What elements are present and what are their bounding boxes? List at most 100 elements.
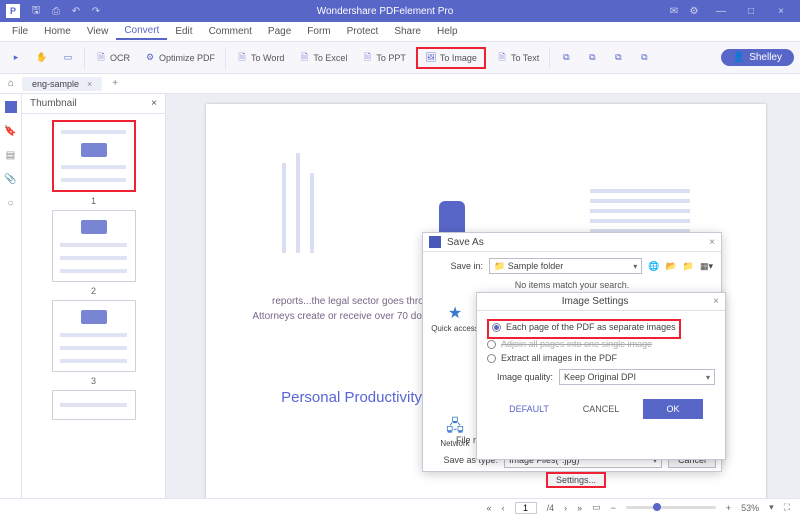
close-tab-icon[interactable]: ×	[87, 79, 92, 89]
canvas-area[interactable]: Legal reports...the legal sector goes th…	[166, 94, 800, 498]
menu-comment[interactable]: Comment	[201, 24, 260, 39]
combine-button-4[interactable]: ⧉	[634, 50, 654, 66]
image-settings-dialog: Image Settings × Each page of the PDF as…	[476, 292, 726, 460]
menu-convert[interactable]: Convert	[116, 23, 167, 40]
ok-button[interactable]: OK	[643, 399, 703, 419]
close-panel-icon[interactable]: ×	[151, 98, 157, 109]
combine-button-3[interactable]: ⧉	[608, 50, 628, 66]
cursor-icon: ▸	[10, 52, 22, 64]
status-bar: « ‹ /4 › » ▭ − + 53% ▾ ⛶	[0, 498, 800, 516]
hand-tool[interactable]: ✋	[32, 50, 52, 66]
to-image-button[interactable]: 🖼To Image	[421, 50, 481, 66]
zoom-out-icon[interactable]: −	[611, 503, 616, 513]
ocr-button[interactable]: 🗎OCR	[91, 50, 134, 66]
thumbnail-3[interactable]	[52, 300, 136, 372]
thumb-index-1: 1	[91, 196, 96, 206]
optimize-button[interactable]: ⚙Optimize PDF	[140, 50, 219, 66]
rect-select-tool[interactable]: ▭	[58, 50, 78, 66]
ribbon: ▸ ✋ ▭ 🗎OCR ⚙Optimize PDF 🗎To Word 🗎To Ex…	[0, 42, 800, 74]
gear-icon[interactable]: ⚙	[688, 5, 700, 17]
save-as-close-icon[interactable]: ×	[709, 237, 715, 248]
select-tool[interactable]: ▸	[6, 50, 26, 66]
layers-icon[interactable]: ▤	[4, 148, 18, 162]
zoom-dropdown-icon[interactable]: ▾	[769, 502, 774, 513]
minimize-button[interactable]: —	[708, 6, 734, 17]
bookmark-icon[interactable]: 🔖	[4, 124, 18, 138]
undo-icon[interactable]: ↶	[70, 5, 82, 17]
thumbnail-icon[interactable]	[4, 100, 18, 114]
quick-toolbar: 🖫 ⎙ ↶ ↷	[30, 5, 102, 17]
zoom-level: 53%	[741, 503, 759, 513]
star-icon: ★	[444, 302, 466, 324]
option-extract[interactable]: Extract all images in the PDF	[487, 353, 715, 363]
mail-icon[interactable]: ✉	[668, 5, 680, 17]
maximize-button[interactable]: □	[738, 6, 764, 17]
last-page-icon[interactable]: »	[577, 503, 582, 513]
zoom-in-icon[interactable]: +	[726, 503, 731, 513]
save-icon[interactable]: 🖫	[30, 5, 42, 17]
menu-view[interactable]: View	[79, 24, 117, 39]
default-button[interactable]: DEFAULT	[499, 399, 559, 419]
settings-button[interactable]: Settings...	[546, 472, 606, 488]
ppt-icon: 🗎	[361, 52, 373, 64]
option-single[interactable]: Adjoin all pages into one single image	[487, 339, 715, 349]
menu-edit[interactable]: Edit	[167, 24, 200, 39]
combine-button-1[interactable]: ⧉	[556, 50, 576, 66]
redo-icon[interactable]: ↷	[90, 5, 102, 17]
new-tab-button[interactable]: +	[106, 78, 124, 89]
user-pill[interactable]: 👤Shelley	[721, 49, 794, 66]
quality-select[interactable]: Keep Original DPI▾	[559, 369, 715, 385]
menu-file[interactable]: File	[4, 24, 36, 39]
view-icon[interactable]: ▦▾	[700, 261, 713, 272]
separate-option-highlight: Each page of the PDF as separate images	[487, 319, 681, 339]
view-mode-icon[interactable]: ▭	[592, 502, 601, 513]
menu-home[interactable]: Home	[36, 24, 79, 39]
menu-form[interactable]: Form	[299, 24, 338, 39]
doc-icon: 🗎	[95, 52, 107, 64]
up-icon[interactable]: 📂	[666, 261, 677, 272]
option-separate[interactable]: Each page of the PDF as separate images	[492, 322, 676, 332]
home-icon[interactable]: ⌂	[4, 77, 18, 91]
title-bar: P 🖫 ⎙ ↶ ↷ Wondershare PDFelement Pro ✉ ⚙…	[0, 0, 800, 22]
close-button[interactable]: ×	[768, 6, 794, 17]
quick-access-link[interactable]: ★Quick access	[431, 302, 479, 333]
radio-icon	[487, 340, 496, 349]
thumb-index-3: 3	[91, 376, 96, 386]
circle-icon[interactable]: ○	[4, 196, 18, 210]
to-word-button[interactable]: 🗎To Word	[232, 50, 288, 66]
next-page-icon[interactable]: ›	[564, 503, 567, 513]
text-icon: 🗎	[496, 52, 508, 64]
hand-icon: ✋	[36, 52, 48, 64]
to-ppt-button[interactable]: 🗎To PPT	[357, 50, 410, 66]
combine-button-2[interactable]: ⧉	[582, 50, 602, 66]
thumbnail-2[interactable]	[52, 210, 136, 282]
save-in-select[interactable]: 📁 Sample folder▾	[489, 258, 642, 274]
menu-share[interactable]: Share	[386, 24, 429, 39]
prev-page-icon[interactable]: ‹	[502, 503, 505, 513]
document-tab[interactable]: eng-sample ×	[22, 77, 102, 91]
to-excel-button[interactable]: 🗎To Excel	[294, 50, 351, 66]
wheel-icon: ⚙	[144, 52, 156, 64]
image-icon: 🖼	[425, 52, 437, 64]
to-text-button[interactable]: 🗎To Text	[492, 50, 543, 66]
document-tabs: ⌂ eng-sample × +	[0, 74, 800, 94]
is-cancel-button[interactable]: CANCEL	[571, 399, 631, 419]
excel-icon: 🗎	[298, 52, 310, 64]
first-page-icon[interactable]: «	[487, 503, 492, 513]
page-number-input[interactable]	[515, 502, 537, 514]
attachment-icon[interactable]: 📎	[4, 172, 18, 186]
save-in-label: Save in:	[431, 261, 483, 271]
new-folder-icon[interactable]: 📁	[683, 261, 694, 272]
thumbnail-1[interactable]	[52, 120, 136, 192]
thumbnail-4[interactable]	[52, 390, 136, 420]
menu-help[interactable]: Help	[429, 24, 466, 39]
image-settings-close-icon[interactable]: ×	[713, 296, 719, 307]
zoom-slider[interactable]	[626, 506, 716, 509]
page-total: /4	[547, 503, 555, 513]
menu-page[interactable]: Page	[260, 24, 299, 39]
menu-protect[interactable]: Protect	[339, 24, 387, 39]
merge-icon: ⧉	[612, 52, 624, 64]
back-icon[interactable]: 🌐	[648, 261, 659, 272]
print-icon[interactable]: ⎙	[50, 5, 62, 17]
fit-width-icon[interactable]: ⛶	[784, 502, 790, 513]
